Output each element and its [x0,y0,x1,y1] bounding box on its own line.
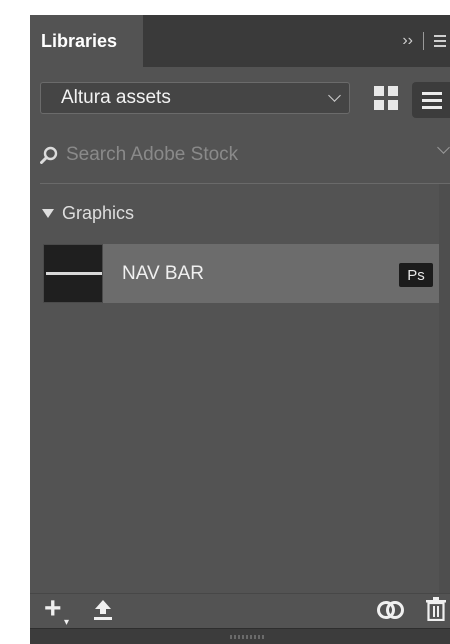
divider [40,183,450,184]
grid-view-icon[interactable] [374,86,398,110]
search-placeholder: Search Adobe Stock [66,144,239,165]
asset-thumbnail [43,244,103,303]
search-field[interactable]: Search Adobe Stock [40,140,450,170]
group-label: Graphics [62,203,135,223]
resize-bar[interactable] [30,628,450,644]
disclosure-triangle-icon [42,209,54,218]
libraries-panel: Libraries ›› Altura assets Search Adobe … [30,15,450,644]
group-header-graphics[interactable]: Graphics [42,203,134,224]
list-view-icon [422,91,442,109]
trash-icon[interactable] [425,597,447,621]
add-button[interactable]: + ▾ [44,592,70,629]
library-dropdown-value: Altura assets [61,87,171,108]
hamburger-menu-icon[interactable] [434,35,446,47]
search-icon [40,146,58,164]
list-view-button[interactable] [412,82,450,118]
tab-libraries-label: Libraries [41,30,118,51]
app-badge: Ps [399,263,433,287]
creative-cloud-icon[interactable] [376,598,406,622]
divider [30,593,450,594]
upload-icon[interactable] [92,599,114,621]
chevron-down-icon[interactable] [437,141,450,154]
panel-controls: ›› [402,15,450,67]
asset-name: NAV BAR [122,262,205,284]
tab-libraries[interactable]: Libraries [30,15,143,67]
list-item[interactable]: NAV BAR Ps [43,244,439,303]
library-dropdown[interactable]: Altura assets [40,82,350,114]
chevron-down-icon [328,89,341,102]
double-chevron-right-icon[interactable]: ›› [402,32,413,50]
plus-icon: + [44,592,62,625]
resize-grip[interactable] [230,635,266,639]
divider [423,32,424,50]
panel-tab-bar: Libraries ›› [30,15,450,67]
scrollbar[interactable] [439,184,450,594]
